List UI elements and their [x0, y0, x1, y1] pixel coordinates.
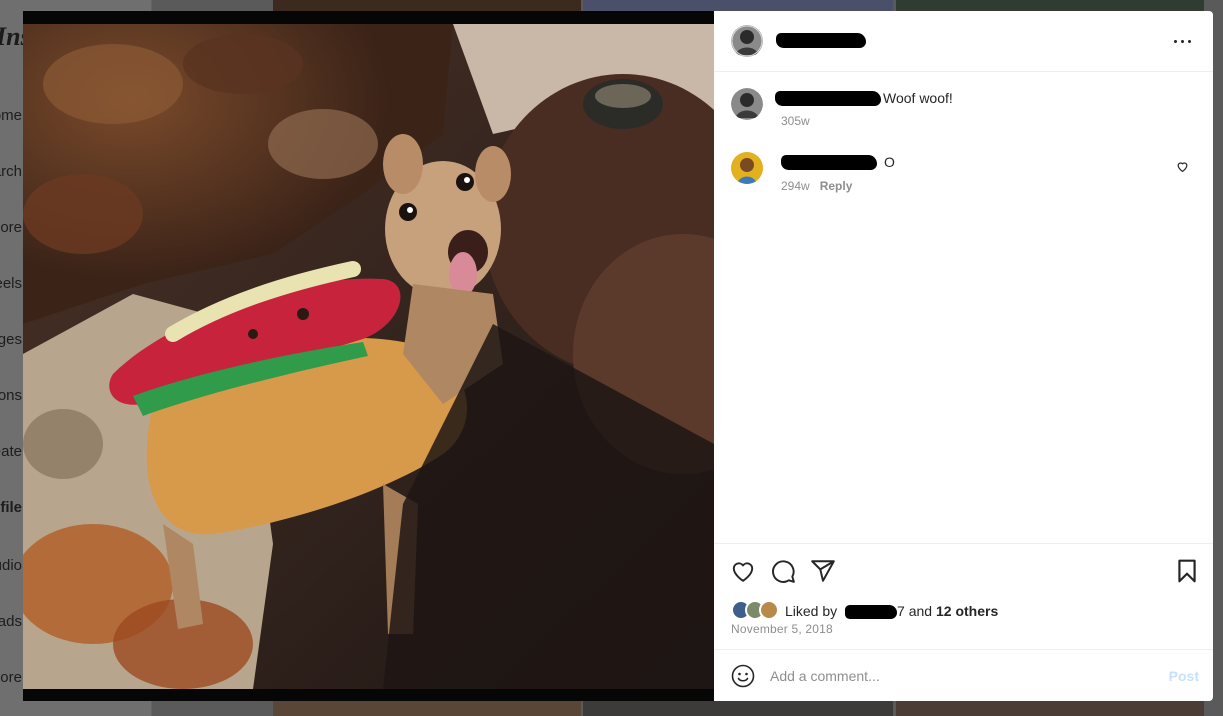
background-grid-thumb — [583, 701, 893, 716]
liked-by-prefix: Liked by — [785, 603, 838, 619]
liker-username-suffix[interactable]: 7 — [897, 603, 905, 619]
comment-time[interactable]: 294w — [781, 179, 810, 193]
comment-like-heart-icon[interactable] — [1176, 160, 1189, 173]
reply-button[interactable]: Reply — [820, 179, 853, 193]
avatar-icon — [731, 88, 763, 120]
background-nav-item: Threads — [0, 613, 22, 630]
caption-time[interactable]: 305w — [781, 114, 810, 128]
caption-meta: 305w — [781, 114, 810, 128]
caption-author-avatar[interactable] — [731, 88, 763, 120]
background-nav-item: Create — [0, 443, 22, 460]
emoji-icon[interactable] — [731, 664, 755, 688]
more-options-dot — [1188, 40, 1191, 43]
background-nav-item: Home — [0, 107, 22, 124]
more-options-dot — [1181, 40, 1184, 43]
post-header — [714, 11, 1213, 72]
bookmark-icon[interactable] — [1174, 558, 1200, 584]
author-avatar[interactable] — [731, 25, 763, 57]
heart-icon[interactable] — [730, 558, 756, 584]
liked-by-row: Liked by 7 and 12 others — [731, 598, 1191, 620]
background-nav-item: Explore — [0, 219, 22, 236]
more-options-button[interactable] — [1171, 29, 1195, 53]
caption-comment: Woof woof! 305w — [731, 88, 1201, 128]
background-nav-item: Messages — [0, 331, 22, 348]
background-nav-item: Reels — [0, 275, 22, 292]
background-grid-thumb — [896, 0, 1204, 11]
background-nav-item: Meta Studio — [0, 557, 22, 574]
comment-text: O — [884, 154, 895, 170]
commenter-avatar[interactable] — [731, 152, 763, 184]
post-media[interactable] — [23, 11, 714, 701]
liker-avatar[interactable] — [759, 600, 779, 620]
liked-by-text: Liked by 7 and 12 others — [785, 603, 998, 619]
avatar-icon — [731, 25, 763, 57]
post-comment-button[interactable]: Post — [1169, 668, 1199, 684]
avatar-icon — [731, 152, 763, 184]
post-date[interactable]: November 5, 2018 — [731, 622, 833, 636]
add-comment-bar: Post — [714, 649, 1213, 701]
post-actions: Liked by 7 and 12 others November 5, 201… — [714, 543, 1213, 649]
more-options-icon — [1174, 40, 1177, 43]
background-grid-thumb — [583, 0, 893, 11]
background-nav-item: More — [0, 669, 22, 686]
background-grid-thumb — [896, 701, 1204, 716]
background-grid-thumb — [273, 701, 581, 716]
liker-username-redacted[interactable] — [845, 605, 898, 619]
post-panel: Woof woof! 305w O 294w Reply Liked by 7 … — [714, 11, 1213, 701]
commenter-username-redacted[interactable] — [781, 155, 877, 170]
comment-meta: 294w Reply — [781, 179, 852, 193]
send-icon[interactable] — [810, 558, 836, 584]
author-username-redacted[interactable] — [776, 33, 866, 48]
background-grid-thumb — [273, 0, 581, 11]
comment-icon[interactable] — [770, 558, 796, 584]
liked-by-others-link[interactable]: 12 others — [936, 603, 998, 619]
liked-by-and: and — [908, 603, 933, 619]
comment-input[interactable] — [770, 664, 1150, 688]
caption-text: Woof woof! — [883, 90, 953, 106]
caption-username-redacted[interactable] — [775, 91, 881, 106]
background-nav-item: Search — [0, 163, 22, 180]
background-nav-item: Profile — [0, 499, 22, 516]
post-photo — [23, 24, 714, 689]
comment-item: O 294w Reply — [731, 152, 1201, 196]
background-nav-item: Notifications — [0, 387, 22, 404]
